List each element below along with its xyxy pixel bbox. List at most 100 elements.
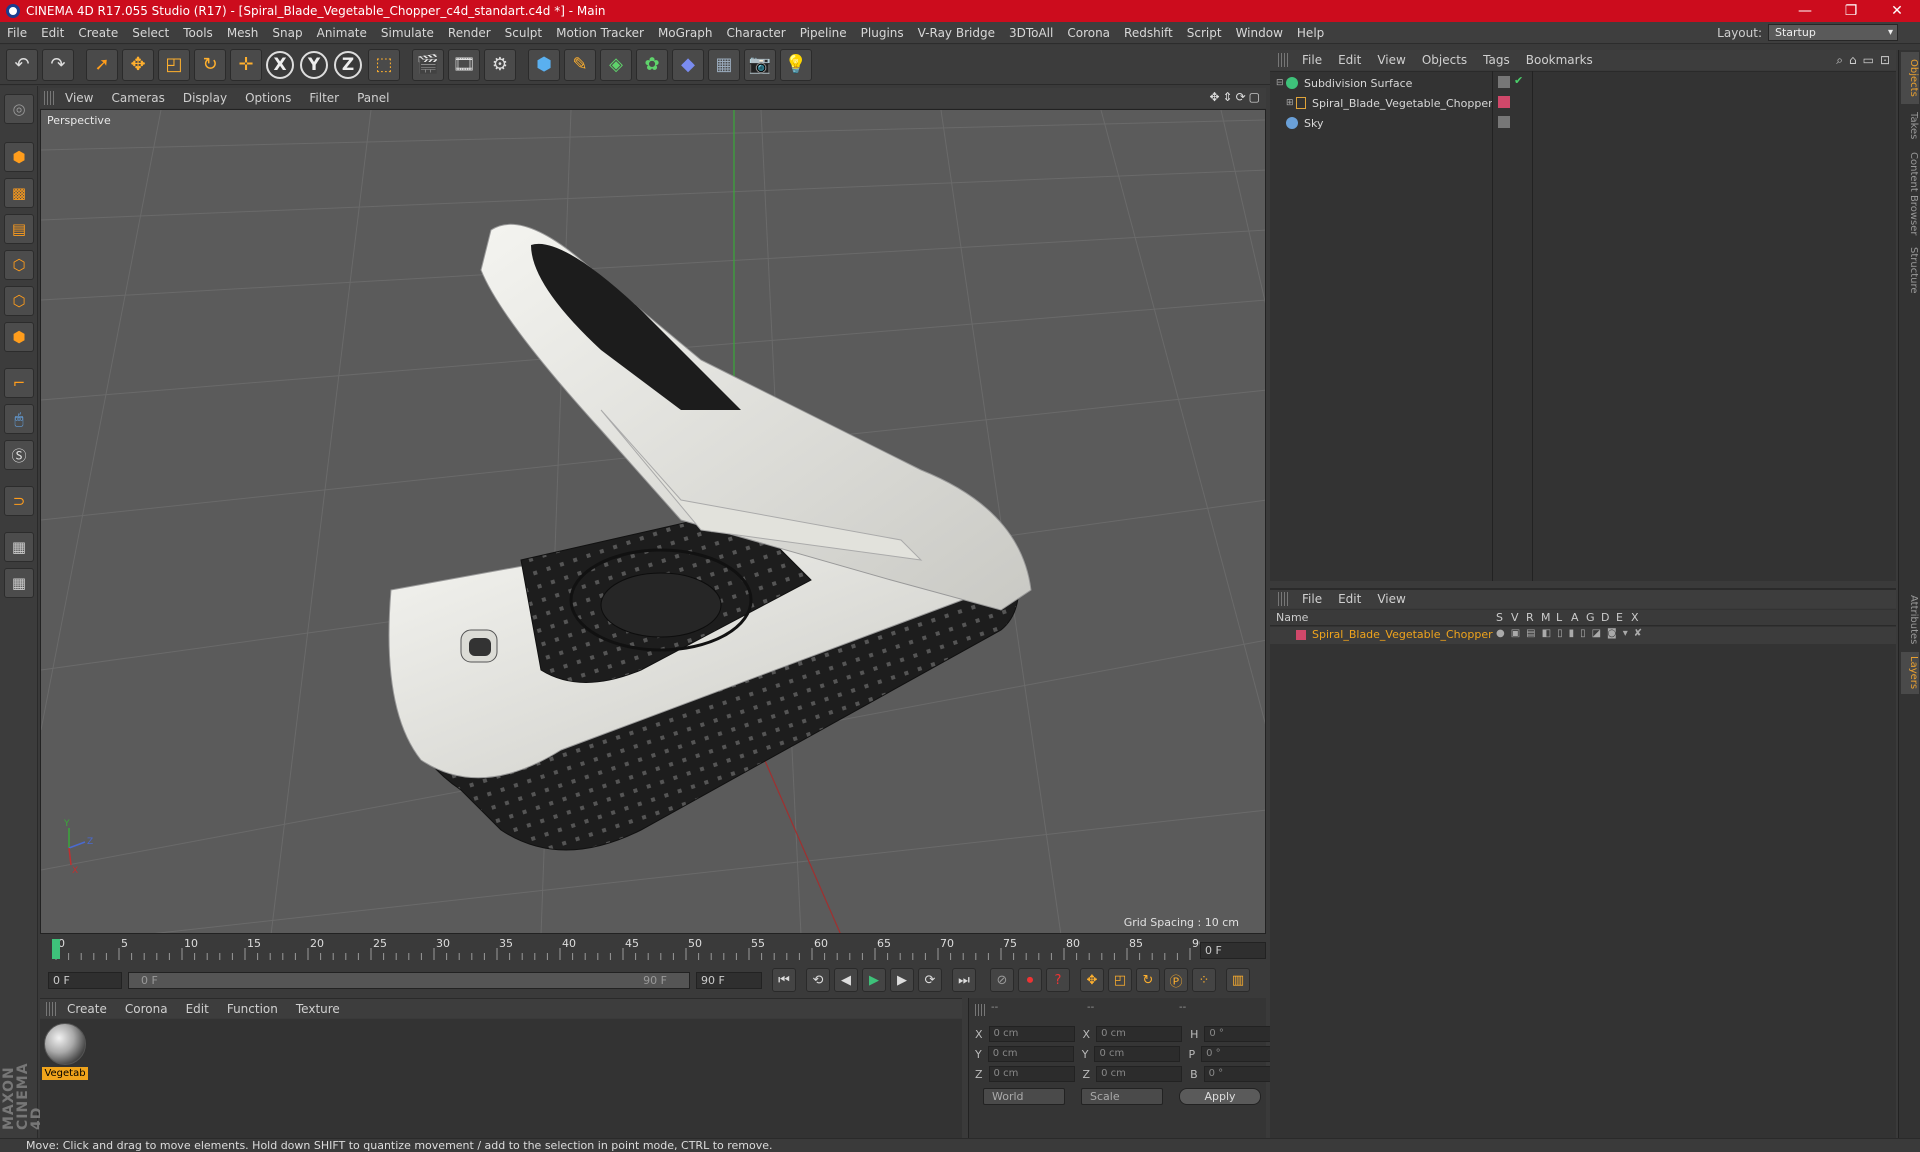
- pen-spline-icon[interactable]: ✎: [564, 48, 596, 81]
- viewport-menu-view[interactable]: View: [56, 91, 102, 105]
- home-icon[interactable]: ⌂: [1849, 53, 1857, 68]
- material-menu-function[interactable]: Function: [218, 1002, 287, 1016]
- select-arrow-icon[interactable]: ➚: [86, 48, 118, 81]
- visibility-toggle-icon[interactable]: [1498, 76, 1510, 88]
- subdivision-icon[interactable]: ◈: [600, 48, 632, 81]
- layout-dropdown[interactable]: Startup: [1768, 24, 1898, 41]
- coordinate-system-icon[interactable]: ⬚: [368, 48, 400, 81]
- menu-script[interactable]: Script: [1180, 26, 1229, 40]
- layer-color-icon[interactable]: [1498, 96, 1510, 108]
- zoom-view-icon[interactable]: ⇕: [1223, 90, 1233, 104]
- render-view-icon[interactable]: 🎬: [412, 48, 444, 81]
- minimize-button[interactable]: —: [1782, 0, 1828, 22]
- menu-mograph[interactable]: MoGraph: [651, 26, 720, 40]
- menu-edit[interactable]: Edit: [34, 26, 71, 40]
- edges-mode-icon[interactable]: ⬡: [4, 286, 34, 316]
- workplane-icon[interactable]: ▤: [4, 214, 34, 244]
- snap-s-icon[interactable]: Ⓢ: [4, 440, 34, 470]
- light-icon[interactable]: 💡: [780, 48, 812, 81]
- rotation-b-field[interactable]: 0 °: [1203, 1066, 1280, 1082]
- key-scale-icon[interactable]: ◰: [1108, 968, 1132, 992]
- record-icon[interactable]: ⏺: [1018, 968, 1042, 992]
- planar-workplane-icon[interactable]: ▦: [4, 568, 34, 598]
- object-menu-tags[interactable]: Tags: [1475, 53, 1518, 67]
- close-button[interactable]: ✕: [1874, 0, 1920, 22]
- texture-mode-icon[interactable]: ▩: [4, 178, 34, 208]
- coordinate-space-dropdown[interactable]: World: [983, 1088, 1065, 1105]
- layer-menu-view[interactable]: View: [1369, 592, 1413, 606]
- timeline-ruler[interactable]: 051015202530354045505560657075808590: [40, 936, 1266, 962]
- tab-attributes[interactable]: Attributes: [1901, 590, 1919, 650]
- viewport-menu-options[interactable]: Options: [236, 91, 300, 105]
- new-view-icon[interactable]: ▭: [1863, 53, 1874, 68]
- menu-plugins[interactable]: Plugins: [854, 26, 911, 40]
- menu-redshift[interactable]: Redshift: [1117, 26, 1180, 40]
- current-frame-field[interactable]: 0 F: [1200, 942, 1266, 959]
- position-y-field[interactable]: 0 cm: [987, 1046, 1074, 1062]
- object-menu-file[interactable]: File: [1294, 53, 1330, 67]
- key-rotate-icon[interactable]: ↻: [1136, 968, 1160, 992]
- magnet-icon[interactable]: ⊃: [4, 486, 34, 516]
- layer-menu-edit[interactable]: Edit: [1330, 592, 1369, 606]
- cube-icon[interactable]: ⬢: [528, 48, 560, 81]
- next-frame-icon[interactable]: ▶: [890, 968, 914, 992]
- menu-file[interactable]: File: [0, 26, 34, 40]
- menu-simulate[interactable]: Simulate: [374, 26, 441, 40]
- autokey-icon[interactable]: ?: [1046, 968, 1070, 992]
- viewport-menu-cameras[interactable]: Cameras: [102, 91, 173, 105]
- cloner-icon[interactable]: ✿: [636, 48, 668, 81]
- menu-character[interactable]: Character: [719, 26, 792, 40]
- end-frame-field[interactable]: 90 F: [696, 971, 762, 989]
- position-x-field[interactable]: 0 cm: [988, 1026, 1075, 1042]
- tab-layers[interactable]: Layers: [1901, 652, 1919, 694]
- size-z-field[interactable]: 0 cm: [1096, 1066, 1183, 1082]
- next-key-icon[interactable]: ⟳: [918, 968, 942, 992]
- menu-vray-bridge[interactable]: V-Ray Bridge: [911, 26, 1002, 40]
- object-row-chopper[interactable]: ⊞ Spiral_Blade_Vegetable_Chopper: [1286, 94, 1493, 112]
- menu-select[interactable]: Select: [125, 26, 176, 40]
- object-row-sky[interactable]: Sky: [1286, 114, 1323, 132]
- go-to-end-icon[interactable]: ⏭: [952, 968, 976, 992]
- menu-tools[interactable]: Tools: [176, 26, 220, 40]
- object-menu-view[interactable]: View: [1369, 53, 1413, 67]
- viewport-menu-panel[interactable]: Panel: [348, 91, 398, 105]
- rotate-view-icon[interactable]: ⟳: [1236, 90, 1246, 104]
- visibility-toggle-icon[interactable]: [1498, 116, 1510, 128]
- tab-objects[interactable]: Objects: [1901, 52, 1919, 104]
- position-z-field[interactable]: 0 cm: [988, 1066, 1075, 1082]
- collapse-icon[interactable]: ⊟: [1276, 78, 1286, 88]
- material-menu-texture[interactable]: Texture: [287, 1002, 349, 1016]
- expand-icon[interactable]: ⊞: [1286, 98, 1296, 108]
- menu-create[interactable]: Create: [71, 26, 125, 40]
- previous-key-icon[interactable]: ⟲: [806, 968, 830, 992]
- layer-name[interactable]: Spiral_Blade_Vegetable_Chopper: [1312, 628, 1493, 641]
- play-icon[interactable]: ▶: [862, 968, 886, 992]
- menu-snap[interactable]: Snap: [265, 26, 309, 40]
- material-menu-edit[interactable]: Edit: [177, 1002, 218, 1016]
- render-picture-viewer-icon[interactable]: 🎞: [448, 48, 480, 81]
- layer-menu-file[interactable]: File: [1294, 592, 1330, 606]
- key-param-icon[interactable]: Ⓟ: [1164, 968, 1188, 992]
- menu-sculpt[interactable]: Sculpt: [498, 26, 549, 40]
- 3d-viewport[interactable]: Y Z X Perspective Grid Spacing : 10 cm: [40, 109, 1266, 934]
- menu-motion-tracker[interactable]: Motion Tracker: [549, 26, 651, 40]
- rotation-h-field[interactable]: 0 °: [1204, 1026, 1281, 1042]
- model-mode-icon[interactable]: ⬢: [4, 142, 34, 172]
- keyframe-disabled-icon[interactable]: ⊘: [990, 968, 1014, 992]
- make-editable-icon[interactable]: ◎: [4, 94, 34, 124]
- move-icon[interactable]: ✥: [122, 48, 154, 81]
- key-move-icon[interactable]: ✥: [1080, 968, 1104, 992]
- layer-toggle-icons[interactable]: ●▣▤◧▯▮▯◪◙▾✘: [1496, 628, 1648, 639]
- rotation-p-field[interactable]: 0 °: [1201, 1046, 1278, 1062]
- material-menu-create[interactable]: Create: [58, 1002, 116, 1016]
- viewport-menu-display[interactable]: Display: [174, 91, 236, 105]
- apply-button[interactable]: Apply: [1179, 1088, 1261, 1105]
- range-slider[interactable]: 0 F 90 F: [128, 971, 690, 989]
- size-y-field[interactable]: 0 cm: [1094, 1046, 1181, 1062]
- maximize-button[interactable]: ❐: [1828, 0, 1874, 22]
- menu-help[interactable]: Help: [1290, 26, 1331, 40]
- menu-3dtoall[interactable]: 3DToAll: [1002, 26, 1060, 40]
- redo-icon[interactable]: ↷: [42, 48, 74, 81]
- menu-render[interactable]: Render: [441, 26, 498, 40]
- start-frame-field[interactable]: 0 F: [48, 971, 122, 989]
